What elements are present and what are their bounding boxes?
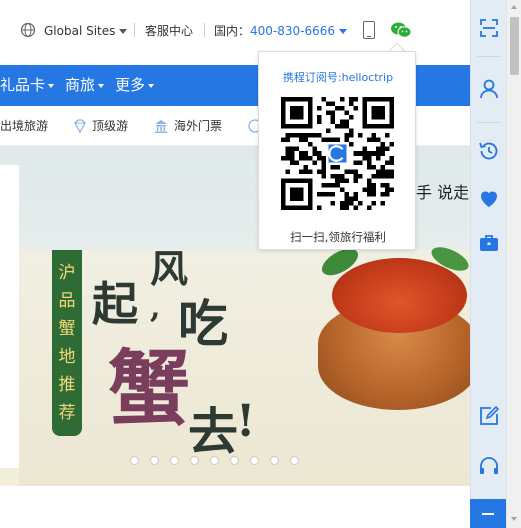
page-scrollbar[interactable] (506, 0, 521, 528)
carousel-dot[interactable] (190, 456, 199, 465)
vertical-tag-char: 推 (58, 375, 76, 395)
right-toolbar (470, 0, 506, 528)
subnav-item-luxury-travel[interactable]: 顶级游 (92, 117, 128, 135)
toolbar-divider (477, 122, 501, 123)
popup-caption: 扫一扫,领旅行福利 (290, 230, 386, 244)
nav-item-gift-card[interactable]: 礼品卡 (0, 65, 55, 106)
content-area (0, 486, 470, 528)
vertical-tag-char: 蟹 (58, 319, 76, 339)
nav-item-business-travel[interactable]: 商旅 (65, 65, 105, 106)
crab-image (332, 258, 467, 333)
chevron-down-icon (48, 83, 55, 88)
divider (134, 23, 135, 37)
popup-title: 携程订阅号:helloctrip (282, 71, 394, 84)
nav-item-more[interactable]: 更多 (115, 65, 155, 106)
subnav-item-overseas-tickets[interactable]: 海外门票 (174, 117, 222, 135)
carousel-dot[interactable] (170, 456, 179, 465)
global-sites-label: Global Sites (44, 24, 116, 38)
search-panel-edge (0, 165, 19, 468)
scroll-up-arrow-icon[interactable] (511, 5, 517, 9)
vertical-tag-char: 地 (58, 347, 76, 367)
vertical-tag-char: 品 (58, 291, 76, 311)
collapse-toolbar-button[interactable] (470, 499, 506, 528)
vertical-tag-char: 荐 (58, 403, 76, 423)
minus-icon (482, 513, 494, 515)
globe-icon (20, 22, 36, 38)
hotline-number: 400-830-6666 (250, 24, 336, 38)
diamond-icon (74, 119, 86, 134)
briefcase-icon[interactable] (477, 231, 501, 255)
headline-char: ! (236, 396, 256, 447)
carousel-dot[interactable] (250, 456, 259, 465)
carousel-dot[interactable] (230, 456, 239, 465)
temple-icon (155, 120, 167, 133)
nav-item-label: 商旅 (65, 76, 96, 94)
wechat-qr-popup: 携程订阅号:helloctrip 扫一扫,领旅行福利 (258, 51, 416, 250)
wechat-icon[interactable] (390, 21, 412, 39)
chevron-down-icon (119, 29, 128, 34)
mobile-app-icon[interactable] (363, 21, 375, 39)
vertical-promo-tag: 沪 品 蟹 地 推 荐 (52, 250, 82, 436)
chevron-down-icon (98, 83, 105, 88)
headset-icon[interactable] (477, 454, 501, 478)
chevron-down-icon (148, 83, 155, 88)
banner-slogan: 手 说走 (416, 183, 470, 202)
headline-char: 蟹 (108, 341, 191, 437)
customer-service-link[interactable]: 客服中心 (145, 22, 193, 40)
carousel-dot[interactable] (210, 456, 219, 465)
carousel-dot[interactable] (290, 456, 299, 465)
divider (204, 23, 205, 37)
carousel-dot[interactable] (270, 456, 279, 465)
nav-item-label: 更多 (115, 76, 146, 94)
headline-char: 去 (188, 402, 238, 461)
toolbar-divider (477, 56, 501, 57)
carousel-dot[interactable] (130, 456, 139, 465)
history-icon[interactable] (477, 139, 501, 163)
subnav-item-outbound-travel[interactable]: 出境旅游 (0, 117, 48, 135)
edit-icon[interactable] (477, 404, 501, 428)
global-sites-dropdown[interactable]: Global Sites (44, 22, 128, 40)
heart-icon[interactable] (477, 187, 501, 211)
domestic-label: 国内： (214, 24, 251, 38)
chevron-down-icon (339, 29, 348, 34)
carousel-dot[interactable] (150, 456, 159, 465)
headline-char: , (150, 290, 161, 325)
scroll-down-arrow-icon[interactable] (511, 517, 517, 521)
qr-code (281, 97, 394, 210)
nav-item-label: 礼品卡 (0, 76, 46, 94)
hotline-dropdown[interactable]: 国内：400-830-6666 (214, 22, 348, 40)
scroll-thumb[interactable] (510, 17, 519, 75)
scan-icon[interactable] (477, 16, 501, 40)
user-icon[interactable] (477, 77, 501, 101)
vertical-tag-char: 沪 (58, 263, 76, 283)
